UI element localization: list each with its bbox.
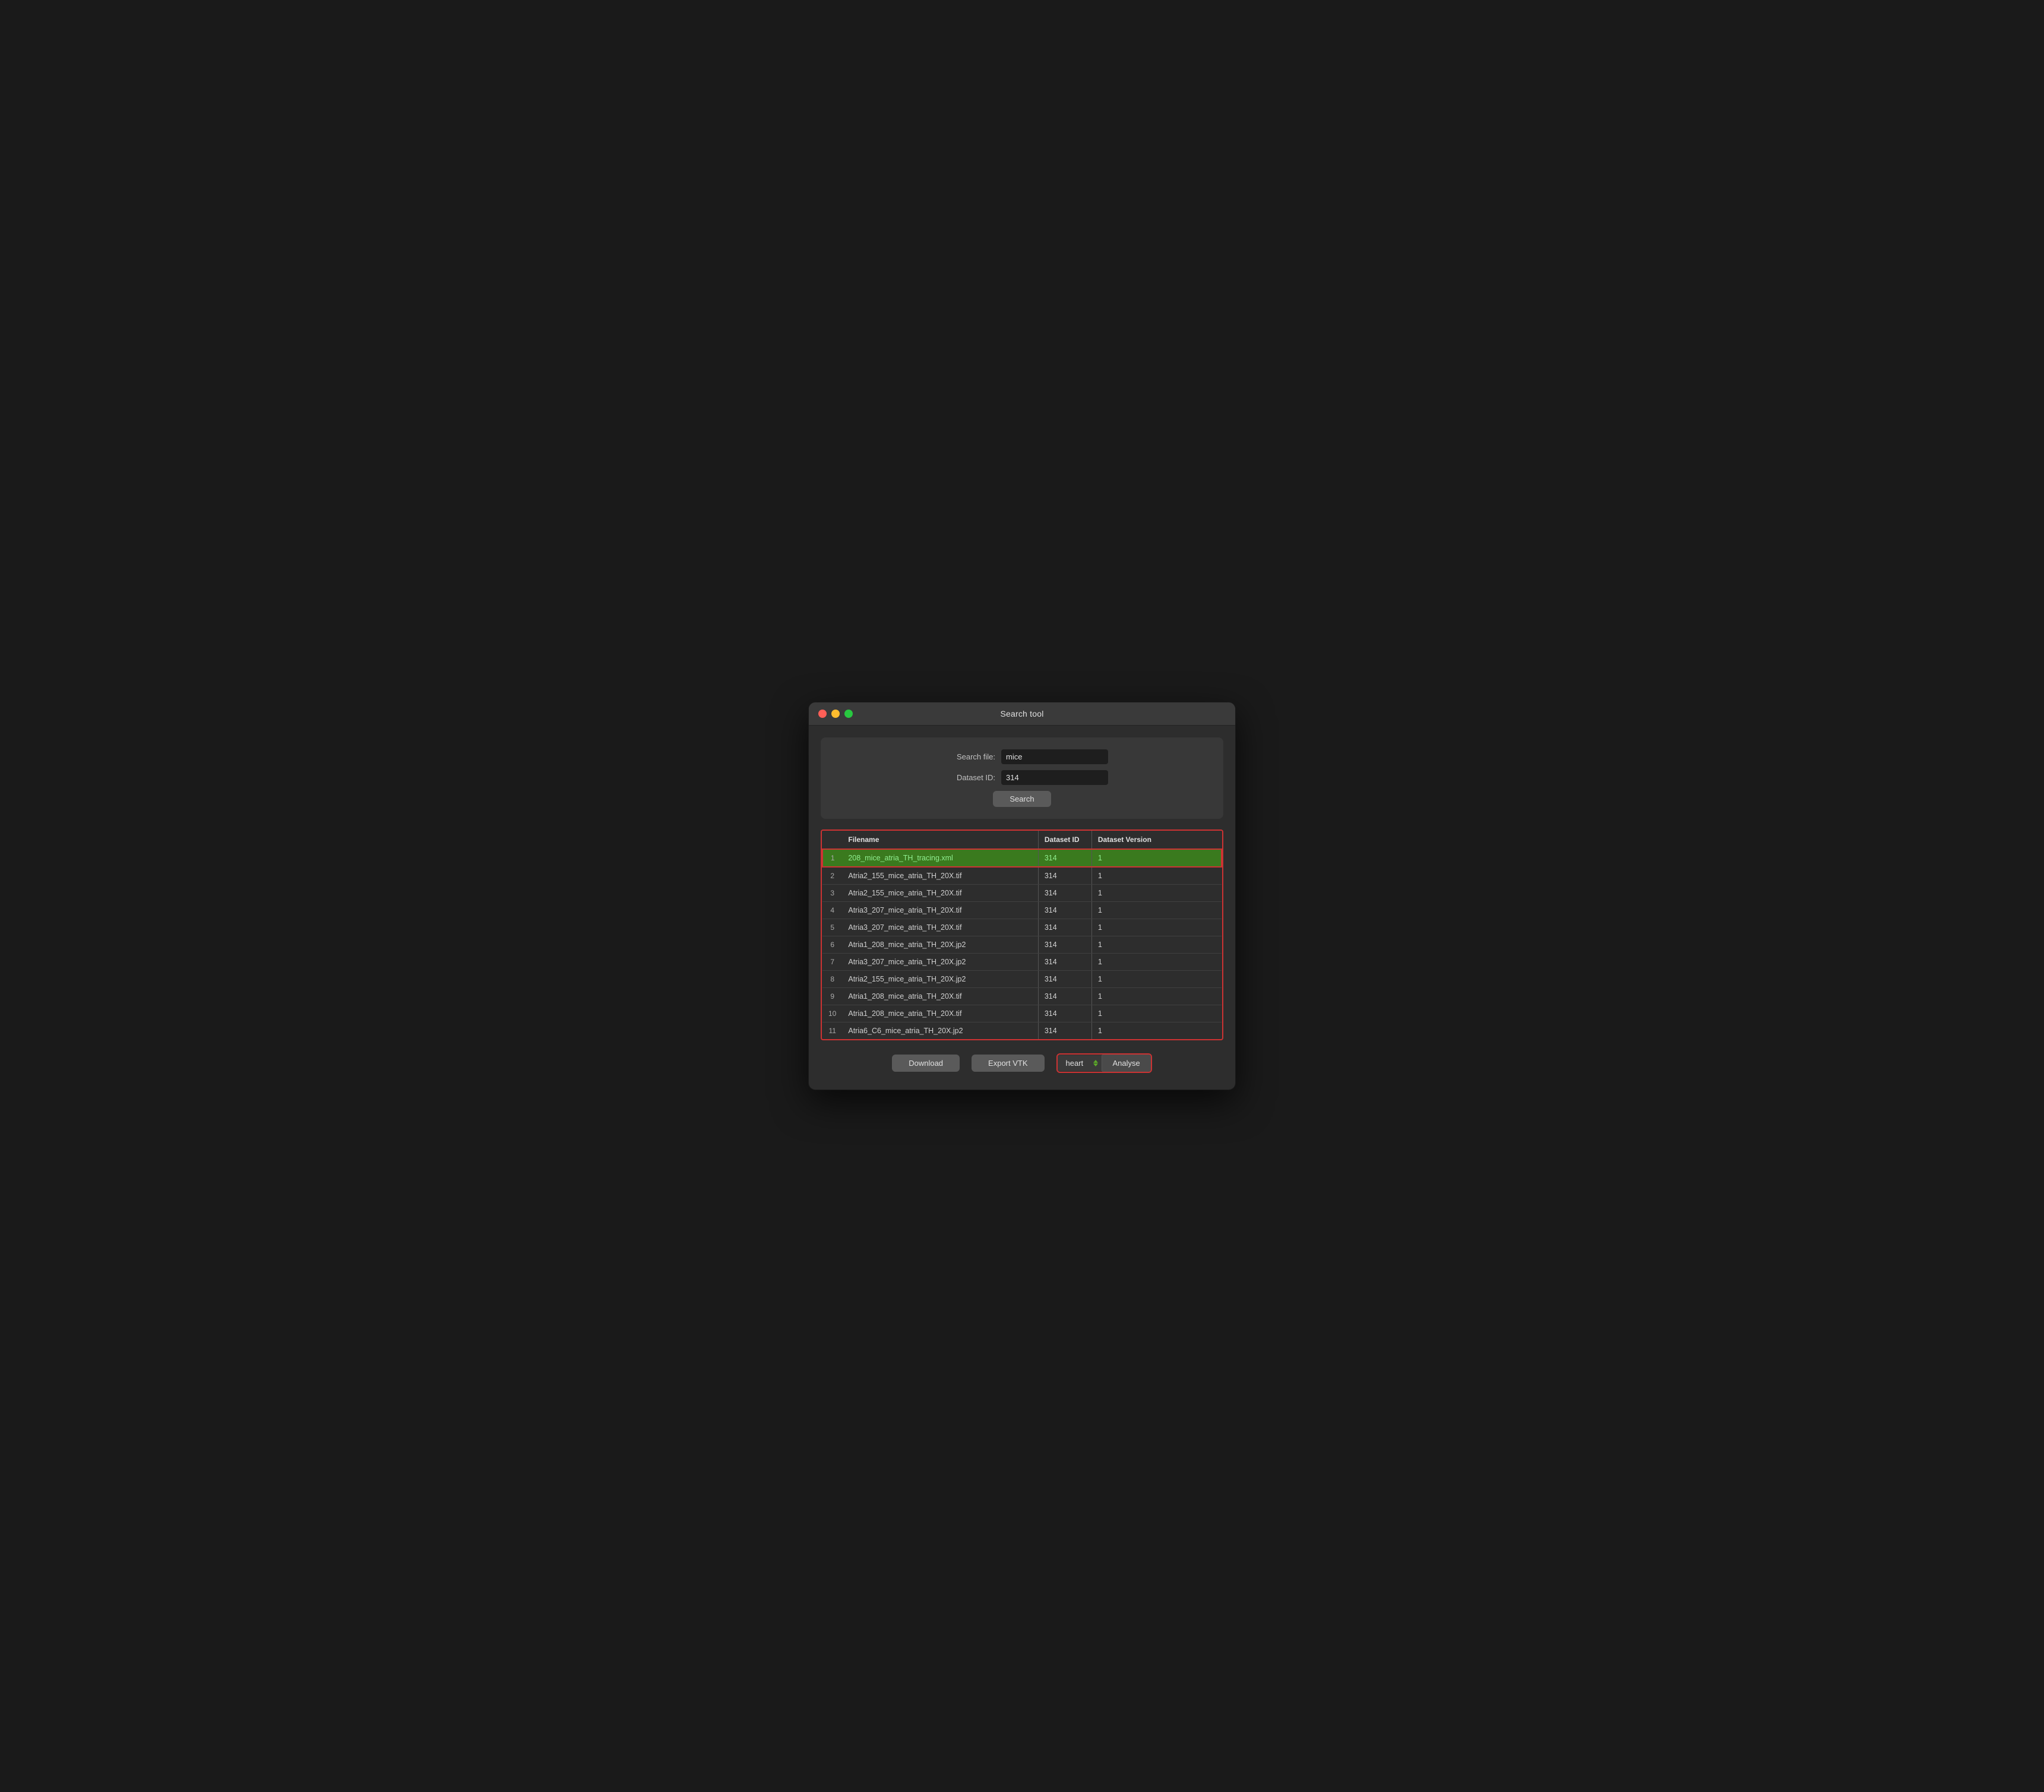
table-row[interactable]: 5 Atria3_207_mice_atria_TH_20X.tif 314 1: [822, 919, 1222, 936]
col-header-filename: Filename: [842, 831, 1038, 849]
table-header-row: Filename Dataset ID Dataset Version: [822, 831, 1222, 849]
analyse-select-wrapper: heartbrainlungkidney: [1058, 1055, 1102, 1071]
minimize-button[interactable]: [831, 710, 840, 718]
arrow-down-icon: [1093, 1063, 1098, 1066]
row-dataset-version: 1: [1091, 1005, 1222, 1022]
row-filename: Atria1_208_mice_atria_TH_20X.tif: [842, 1005, 1038, 1022]
dataset-id-input[interactable]: [1001, 770, 1108, 785]
titlebar: Search tool: [809, 702, 1235, 726]
col-header-num: [822, 831, 842, 849]
row-dataset-id: 314: [1038, 849, 1091, 867]
main-window: Search tool Search file: Dataset ID: Sea…: [808, 702, 1236, 1090]
row-dataset-version: 1: [1091, 971, 1222, 988]
row-num: 8: [822, 971, 842, 988]
row-dataset-id: 314: [1038, 867, 1091, 885]
table-row[interactable]: 9 Atria1_208_mice_atria_TH_20X.tif 314 1: [822, 988, 1222, 1005]
traffic-lights: [818, 710, 853, 718]
row-filename: Atria3_207_mice_atria_TH_20X.tif: [842, 902, 1038, 919]
table-row[interactable]: 2 Atria2_155_mice_atria_TH_20X.tif 314 1: [822, 867, 1222, 885]
row-num: 3: [822, 885, 842, 902]
row-dataset-id: 314: [1038, 936, 1091, 954]
row-num: 2: [822, 867, 842, 885]
row-dataset-id: 314: [1038, 885, 1091, 902]
table-row[interactable]: 3 Atria2_155_mice_atria_TH_20X.tif 314 1: [822, 885, 1222, 902]
table-row[interactable]: 4 Atria3_207_mice_atria_TH_20X.tif 314 1: [822, 902, 1222, 919]
row-filename: Atria2_155_mice_atria_TH_20X.jp2: [842, 971, 1038, 988]
table-row[interactable]: 8 Atria2_155_mice_atria_TH_20X.jp2 314 1: [822, 971, 1222, 988]
row-dataset-version: 1: [1091, 988, 1222, 1005]
row-filename: Atria1_208_mice_atria_TH_20X.tif: [842, 988, 1038, 1005]
search-file-row: Search file:: [839, 749, 1205, 764]
dataset-id-label: Dataset ID:: [936, 773, 995, 782]
row-dataset-version: 1: [1091, 936, 1222, 954]
row-dataset-version: 1: [1091, 954, 1222, 971]
row-num: 10: [822, 1005, 842, 1022]
col-header-dataset-id: Dataset ID: [1038, 831, 1091, 849]
row-filename: Atria2_155_mice_atria_TH_20X.tif: [842, 867, 1038, 885]
analyse-group: heartbrainlungkidney Analyse: [1056, 1053, 1152, 1073]
search-btn-row: Search: [839, 791, 1205, 807]
table-body: 1 208_mice_atria_TH_tracing.xml 314 1 2 …: [822, 849, 1222, 1039]
table-row[interactable]: 11 Atria6_C6_mice_atria_TH_20X.jp2 314 1: [822, 1022, 1222, 1040]
table-row[interactable]: 1 208_mice_atria_TH_tracing.xml 314 1: [822, 849, 1222, 867]
row-filename: Atria2_155_mice_atria_TH_20X.tif: [842, 885, 1038, 902]
window-title: Search tool: [1000, 709, 1043, 718]
row-num: 1: [822, 849, 842, 867]
row-dataset-version: 1: [1091, 885, 1222, 902]
dataset-id-row: Dataset ID:: [839, 770, 1205, 785]
table-row[interactable]: 10 Atria1_208_mice_atria_TH_20X.tif 314 …: [822, 1005, 1222, 1022]
row-filename: Atria6_C6_mice_atria_TH_20X.jp2: [842, 1022, 1038, 1040]
row-num: 5: [822, 919, 842, 936]
row-dataset-id: 314: [1038, 1005, 1091, 1022]
export-vtk-button[interactable]: Export VTK: [972, 1055, 1044, 1072]
row-dataset-id: 314: [1038, 954, 1091, 971]
row-num: 4: [822, 902, 842, 919]
row-dataset-id: 314: [1038, 1022, 1091, 1040]
results-table: Filename Dataset ID Dataset Version 1 20…: [822, 831, 1222, 1039]
row-dataset-version: 1: [1091, 902, 1222, 919]
row-num: 11: [822, 1022, 842, 1040]
row-dataset-version: 1: [1091, 867, 1222, 885]
table-row[interactable]: 6 Atria1_208_mice_atria_TH_20X.jp2 314 1: [822, 936, 1222, 954]
analyse-select[interactable]: heartbrainlungkidney: [1061, 1055, 1091, 1071]
row-filename: Atria3_207_mice_atria_TH_20X.jp2: [842, 954, 1038, 971]
footer: Download Export VTK heartbrainlungkidney…: [821, 1051, 1223, 1078]
row-dataset-id: 314: [1038, 988, 1091, 1005]
row-num: 9: [822, 988, 842, 1005]
row-filename: 208_mice_atria_TH_tracing.xml: [842, 849, 1038, 867]
content-area: Search file: Dataset ID: Search Filename…: [809, 726, 1235, 1090]
row-dataset-id: 314: [1038, 971, 1091, 988]
results-table-container: Filename Dataset ID Dataset Version 1 20…: [821, 829, 1223, 1040]
row-dataset-version: 1: [1091, 1022, 1222, 1040]
row-dataset-id: 314: [1038, 902, 1091, 919]
row-dataset-id: 314: [1038, 919, 1091, 936]
row-filename: Atria3_207_mice_atria_TH_20X.tif: [842, 919, 1038, 936]
row-dataset-version: 1: [1091, 919, 1222, 936]
maximize-button[interactable]: [844, 710, 853, 718]
search-button[interactable]: Search: [993, 791, 1051, 807]
row-num: 6: [822, 936, 842, 954]
search-panel: Search file: Dataset ID: Search: [821, 737, 1223, 819]
row-filename: Atria1_208_mice_atria_TH_20X.jp2: [842, 936, 1038, 954]
row-num: 7: [822, 954, 842, 971]
col-header-dataset-version: Dataset Version: [1091, 831, 1222, 849]
table-row[interactable]: 7 Atria3_207_mice_atria_TH_20X.jp2 314 1: [822, 954, 1222, 971]
row-dataset-version: 1: [1091, 849, 1222, 867]
select-arrows-icon: [1093, 1060, 1098, 1066]
arrow-up-icon: [1093, 1060, 1098, 1063]
download-button[interactable]: Download: [892, 1055, 960, 1072]
analyse-button[interactable]: Analyse: [1102, 1055, 1151, 1072]
close-button[interactable]: [818, 710, 827, 718]
search-file-input[interactable]: [1001, 749, 1108, 764]
search-file-label: Search file:: [936, 752, 995, 761]
